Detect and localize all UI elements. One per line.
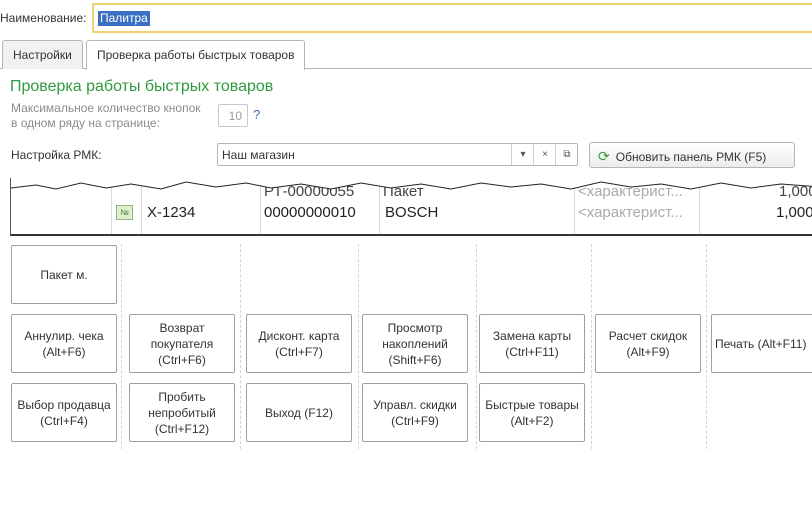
max-buttons-label-line2: в одном ряду на странице: — [11, 116, 160, 130]
palette-button-calc-discounts[interactable]: Расчет скидок (Alt+F9) — [595, 314, 701, 373]
max-buttons-label: Максимальное количество кнопок в одном р… — [11, 101, 201, 131]
pmk-select[interactable]: Наш магазин ▾ × ⧉ — [217, 143, 578, 166]
pmk-label: Настройка РМК: — [11, 148, 102, 162]
clear-icon[interactable]: × — [533, 144, 556, 165]
palette-button-replace-card[interactable]: Замена карты (Ctrl+F11) — [479, 314, 585, 373]
number-badge-icon: № — [116, 205, 133, 220]
grid-separator — [706, 244, 707, 449]
name-cell: BOSCH — [385, 204, 439, 221]
max-buttons-label-line1: Максимальное количество кнопок — [11, 101, 201, 115]
torn-edge — [11, 178, 812, 202]
refresh-pmk-button-label: Обновить панель РМК (F5) — [615, 150, 767, 164]
open-form-icon[interactable]: ⧉ — [555, 144, 578, 165]
dropdown-arrow-icon[interactable]: ▾ — [511, 144, 534, 165]
grid-separator — [476, 244, 477, 449]
palette-button-exit[interactable]: Выход (F12) — [246, 383, 352, 442]
palette-button-discount-card[interactable]: Дисконт. карта (Ctrl+F7) — [246, 314, 352, 373]
article-cell: Х-1234 — [147, 204, 196, 221]
grid-separator — [240, 244, 241, 449]
name-input[interactable]: Палитра — [92, 3, 812, 33]
pmk-select-value: Наш магазин — [222, 148, 295, 162]
code-cell: 00000000010 — [264, 204, 356, 221]
palette-button-package[interactable]: Пакет м. — [11, 245, 117, 304]
grid-separator — [591, 244, 592, 449]
refresh-pmk-button[interactable]: ⟳ Обновить панель РМК (F5) — [589, 142, 795, 168]
palette-button-print[interactable]: Печать (Alt+F11) — [711, 314, 812, 373]
characteristic-cell: <характерист... — [578, 204, 683, 221]
tab-fast-goods-check[interactable]: Проверка работы быстрых товаров — [86, 40, 306, 70]
group-title: Проверка работы быстрых товаров — [10, 78, 274, 95]
palette-button-punch-unpunched[interactable]: Пробить непробитый (Ctrl+F12) — [129, 383, 235, 442]
palette-button-customer-return[interactable]: Возврат покупателя (Ctrl+F6) — [129, 314, 235, 373]
goods-table-fragment[interactable]: РТ-00000055 Пакет <характерист... 1,000 … — [10, 178, 812, 236]
max-buttons-input[interactable]: 10 — [218, 104, 248, 127]
palette-button-fast-goods[interactable]: Быстрые товары (Alt+F2) — [479, 383, 585, 442]
help-link[interactable]: ? — [253, 107, 260, 122]
palette-button-view-savings[interactable]: Просмотр накоплений (Shift+F6) — [362, 314, 468, 373]
palette-button-manage-discounts[interactable]: Управл. скидки (Ctrl+F9) — [362, 383, 468, 442]
tab-settings[interactable]: Настройки — [2, 40, 83, 69]
name-input-value: Палитра — [98, 11, 150, 26]
quantity-cell: 1,000 — [776, 204, 812, 221]
palette-button-cancel-receipt[interactable]: Аннулир. чека (Alt+F6) — [11, 314, 117, 373]
grid-separator — [358, 244, 359, 449]
refresh-icon: ⟳ — [598, 148, 610, 164]
palette-button-select-seller[interactable]: Выбор продавца (Ctrl+F4) — [11, 383, 117, 442]
name-label: Наименование: — [0, 11, 87, 25]
grid-separator — [121, 244, 122, 449]
